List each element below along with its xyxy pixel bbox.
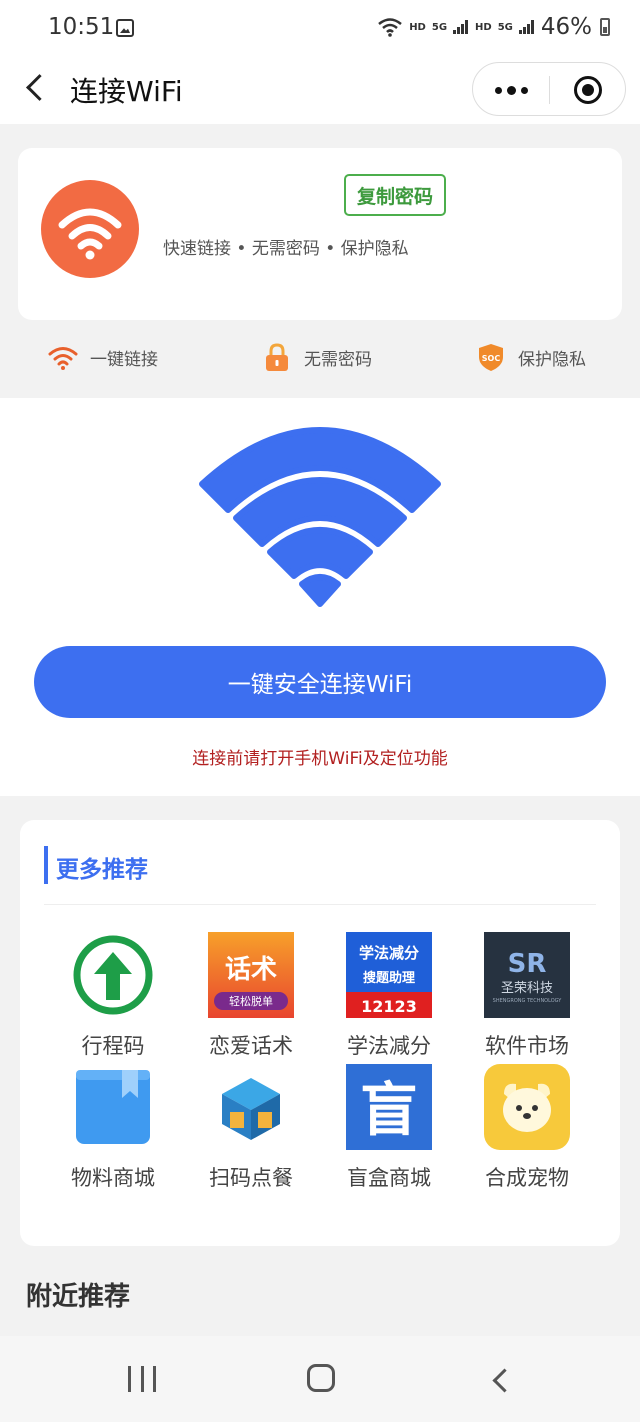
wifi-info-card: 复制密码 快速链接 • 无需密码 • 保护隐私: [18, 148, 622, 320]
gallery-notification-icon: [116, 19, 134, 37]
recommend-item-itinerary[interactable]: 行程码: [48, 932, 178, 1062]
nearby-title: 附近推荐: [26, 1282, 131, 1312]
item-label: 行程码: [81, 1034, 145, 1058]
connection-tip: 连接前请打开手机WiFi及定位功能: [192, 749, 448, 769]
recommend-item-traffic-law[interactable]: 学法减分 搜题助理 12123 学法减分: [324, 932, 454, 1062]
system-nav-bar: [0, 1336, 640, 1422]
traffic-law-icon: 学法减分 搜题助理 12123: [346, 932, 432, 1018]
system-back-button[interactable]: [486, 1366, 512, 1394]
recommend-item-material-mall[interactable]: 物料商城: [48, 1064, 178, 1194]
item-label: 物料商城: [71, 1166, 155, 1190]
feature-row: 一键链接 无需密码 SOC 保护隐私: [0, 330, 640, 392]
item-label: 软件市场: [485, 1034, 569, 1058]
recommend-item-love-talk[interactable]: 话术 轻松脱单 恋爱话术: [186, 932, 316, 1062]
feature-tagline: 快速链接 • 无需密码 • 保护隐私: [163, 239, 409, 259]
status-time: 10:51: [48, 14, 115, 40]
lock-icon: [266, 343, 288, 371]
love-talk-icon: 话术 轻松脱单: [208, 932, 294, 1018]
itinerary-code-icon: [70, 932, 156, 1018]
shield-text: SOC: [482, 354, 501, 363]
feature-privacy: SOC 保护隐私: [476, 342, 586, 372]
5g-label: 5G: [431, 21, 448, 33]
software-market-badge-en: SHENGRONG TECHNOLOGY: [493, 998, 563, 1004]
recommend-header: 更多推荐: [44, 846, 596, 886]
more-options-button[interactable]: [473, 63, 549, 117]
capsule-menu: [472, 62, 626, 116]
feature-label: 保护隐私: [518, 349, 586, 370]
blind-box-icon: 盲: [346, 1064, 432, 1150]
shield-icon: SOC: [479, 344, 503, 371]
feature-label: 无需密码: [304, 349, 372, 370]
recommend-item-software-market[interactable]: SR 圣荣科技 SHENGRONG TECHNOLOGY 软件市场: [462, 932, 592, 1062]
traffic-law-badge-title: 学法减分: [359, 944, 419, 962]
blind-box-badge-text: 盲: [360, 1076, 418, 1144]
hd-label: HD: [409, 21, 426, 33]
cell-signal-icon: [453, 20, 469, 34]
page-title: 连接WiFi: [70, 75, 183, 108]
hd-label-2: HD: [475, 21, 492, 33]
divider: [44, 904, 596, 905]
scan-order-icon: [208, 1064, 294, 1150]
feature-one-click: 一键链接: [48, 342, 158, 372]
close-miniprogram-button[interactable]: [550, 63, 626, 117]
wifi-icon: [48, 347, 78, 370]
software-market-badge-logo: SR: [508, 949, 547, 979]
traffic-law-badge-number: 12123: [361, 997, 417, 1016]
copy-password-button[interactable]: 复制密码: [344, 174, 446, 216]
status-bar: 10:51 HD 5G HD 5G 46%: [0, 0, 640, 58]
software-market-badge-cn: 圣荣科技: [501, 981, 553, 996]
recommend-card: 更多推荐 行程码 话术 轻松脱单 恋爱话术 学法减分 搜题助理 12123 学法…: [20, 820, 620, 1246]
battery-icon: [600, 18, 610, 36]
love-talk-badge-subtext: 轻松脱单: [229, 994, 273, 1008]
item-label: 扫码点餐: [209, 1166, 293, 1190]
battery-percent: 46%: [540, 14, 592, 40]
software-market-icon: SR 圣荣科技 SHENGRONG TECHNOLOGY: [484, 932, 570, 1018]
status-indicators: HD 5G HD 5G 46%: [377, 14, 610, 40]
recommend-item-scan-order[interactable]: 扫码点餐: [186, 1064, 316, 1194]
cell-signal-icon-2: [518, 20, 535, 34]
recent-apps-button[interactable]: [128, 1366, 156, 1392]
back-button[interactable]: [22, 70, 52, 106]
item-label: 学法减分: [347, 1034, 431, 1058]
feature-no-password: 无需密码: [262, 342, 372, 372]
large-wifi-icon: [199, 427, 441, 607]
love-talk-badge-text: 话术: [225, 955, 277, 985]
item-label: 合成宠物: [485, 1166, 569, 1190]
wifi-badge-icon: [41, 180, 139, 278]
nav-bar: 连接WiFi: [0, 58, 640, 124]
item-label: 恋爱话术: [209, 1034, 293, 1058]
wifi-signal-icon: [378, 18, 402, 37]
item-label: 盲盒商城: [347, 1166, 431, 1190]
home-button[interactable]: [307, 1364, 335, 1392]
material-mall-icon: [70, 1064, 156, 1150]
recommend-item-pet[interactable]: 合成宠物: [462, 1064, 592, 1194]
connect-panel: 一键安全连接WiFi 连接前请打开手机WiFi及定位功能: [0, 398, 640, 796]
traffic-law-badge-mid: 搜题助理: [363, 970, 415, 986]
recommend-item-blind-box[interactable]: 盲 盲盒商城: [324, 1064, 454, 1194]
feature-label: 一键链接: [90, 349, 158, 370]
pet-icon: [484, 1064, 570, 1150]
header-accent-bar: [44, 846, 48, 884]
5g-label-2: 5G: [497, 21, 513, 33]
recommend-title: 更多推荐: [56, 857, 148, 883]
connect-wifi-button[interactable]: 一键安全连接WiFi: [34, 646, 606, 718]
